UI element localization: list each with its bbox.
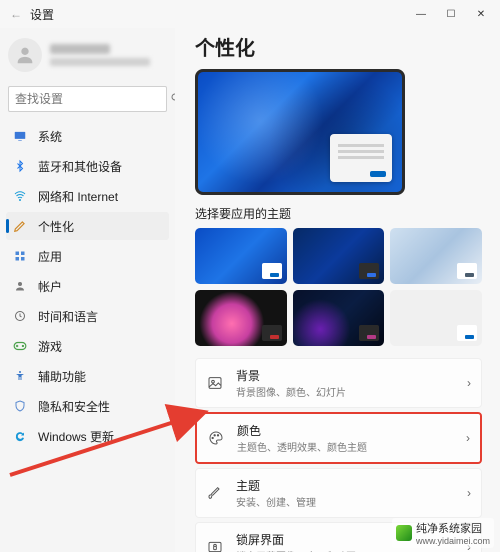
desktop-preview — [195, 69, 405, 195]
card-title: 主题 — [236, 477, 455, 494]
sidebar: 系统 蓝牙和其他设备 网络和 Internet 个性化 应用 帐户 时间和语言 — [0, 28, 175, 552]
lock-screen-icon — [206, 539, 224, 552]
user-block[interactable] — [6, 34, 169, 82]
accessibility-icon — [12, 370, 28, 382]
theme-option-3[interactable] — [390, 228, 482, 284]
watermark-url: www.yidaimei.com — [416, 536, 490, 546]
preview-window — [330, 134, 392, 182]
sidebar-item-network[interactable]: 网络和 Internet — [6, 182, 169, 210]
system-icon — [12, 129, 28, 143]
page-title: 个性化 — [195, 32, 482, 61]
card-sub: 安装、创建、管理 — [236, 494, 455, 509]
minimize-button[interactable]: — — [406, 0, 436, 28]
bluetooth-icon — [12, 159, 28, 173]
image-icon — [206, 375, 224, 391]
card-background[interactable]: 背景 背景图像、颜色、幻灯片 › — [195, 358, 482, 408]
watermark-name: 纯净系统家园 — [416, 520, 490, 536]
user-info — [50, 44, 150, 66]
sidebar-item-personalization[interactable]: 个性化 — [6, 212, 169, 240]
nav-label: 辅助功能 — [38, 368, 86, 385]
theme-grid — [195, 228, 482, 346]
sidebar-item-timelang[interactable]: 时间和语言 — [6, 302, 169, 330]
card-sub: 锁定屏幕图像、应用和动画 — [236, 548, 455, 552]
time-icon — [12, 310, 28, 322]
chevron-right-icon: › — [467, 376, 471, 390]
card-title: 背景 — [236, 367, 455, 384]
nav-label: Windows 更新 — [38, 428, 114, 445]
nav-label: 帐户 — [38, 278, 62, 295]
watermark-icon — [396, 525, 412, 541]
card-title: 颜色 — [237, 422, 454, 439]
watermark: 纯净系统家园 www.yidaimei.com — [392, 518, 494, 548]
palette-icon — [207, 430, 225, 446]
search-box[interactable] — [8, 86, 167, 112]
theme-option-6[interactable] — [390, 290, 482, 346]
main-content: 个性化 选择要应用的主题 背景 背景图像、颜色、幻灯片 › — [175, 28, 500, 552]
card-sub: 背景图像、颜色、幻灯片 — [236, 384, 455, 399]
theme-option-4[interactable] — [195, 290, 287, 346]
update-icon — [12, 430, 28, 442]
chevron-right-icon: › — [467, 486, 471, 500]
theme-option-5[interactable] — [293, 290, 385, 346]
card-themes[interactable]: 主题 安装、创建、管理 › — [195, 468, 482, 518]
window-title: 设置 — [30, 6, 54, 23]
sidebar-item-apps[interactable]: 应用 — [6, 242, 169, 270]
accounts-icon — [12, 280, 28, 292]
nav-label: 游戏 — [38, 338, 62, 355]
apps-icon — [12, 250, 28, 262]
sidebar-item-system[interactable]: 系统 — [6, 122, 169, 150]
close-button[interactable]: ✕ — [466, 0, 496, 28]
card-sub: 主题色、透明效果、颜色主题 — [237, 439, 454, 454]
titlebar: ← 设置 — ☐ ✕ — [0, 0, 500, 28]
sidebar-item-bluetooth[interactable]: 蓝牙和其他设备 — [6, 152, 169, 180]
theme-option-2[interactable] — [293, 228, 385, 284]
sidebar-item-update[interactable]: Windows 更新 — [6, 422, 169, 450]
avatar — [8, 38, 42, 72]
sidebar-item-privacy[interactable]: 隐私和安全性 — [6, 392, 169, 420]
nav-label: 个性化 — [38, 218, 74, 235]
nav-label: 时间和语言 — [38, 308, 98, 325]
sidebar-item-accessibility[interactable]: 辅助功能 — [6, 362, 169, 390]
search-input[interactable] — [15, 92, 170, 106]
back-icon[interactable]: ← — [10, 7, 30, 21]
sidebar-item-gaming[interactable]: 游戏 — [6, 332, 169, 360]
nav-label: 隐私和安全性 — [38, 398, 110, 415]
gaming-icon — [12, 341, 28, 351]
sidebar-item-accounts[interactable]: 帐户 — [6, 272, 169, 300]
personalization-icon — [12, 219, 28, 233]
person-icon — [14, 44, 36, 66]
nav-label: 蓝牙和其他设备 — [38, 158, 122, 175]
brush-icon — [206, 485, 224, 501]
maximize-button[interactable]: ☐ — [436, 0, 466, 28]
nav-label: 网络和 Internet — [38, 188, 118, 205]
theme-option-1[interactable] — [195, 228, 287, 284]
theme-section-label: 选择要应用的主题 — [195, 205, 482, 222]
card-colors[interactable]: 颜色 主题色、透明效果、颜色主题 › — [195, 412, 482, 464]
nav-label: 应用 — [38, 248, 62, 265]
nav-label: 系统 — [38, 128, 62, 145]
privacy-icon — [12, 399, 28, 413]
network-icon — [12, 190, 28, 202]
chevron-right-icon: › — [466, 431, 470, 445]
